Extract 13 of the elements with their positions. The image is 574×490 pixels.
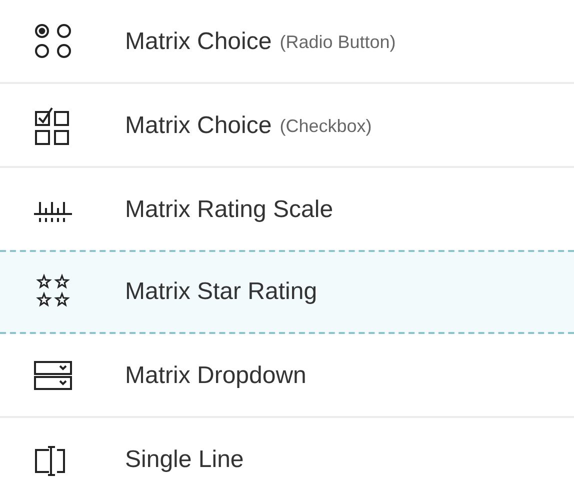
item-note: (Radio Button) [280,30,396,54]
item-label: Matrix Star Rating [125,277,318,307]
item-note: (Checkbox) [280,114,372,138]
item-label: Matrix Dropdown [125,361,306,391]
item-label: Matrix Rating Scale [125,195,334,225]
item-label: Single Line [125,445,244,475]
question-type-item[interactable]: Matrix Star Rating [0,250,574,334]
question-type-item[interactable]: Matrix Choice (Radio Button) [0,0,574,84]
question-type-item[interactable]: Matrix Dropdown [0,334,574,418]
question-type-item[interactable]: Matrix Choice (Checkbox) [0,84,574,168]
item-label: Matrix Choice [125,111,272,141]
question-type-item[interactable]: Single Line [0,418,574,490]
item-label: Matrix Choice [125,27,272,57]
